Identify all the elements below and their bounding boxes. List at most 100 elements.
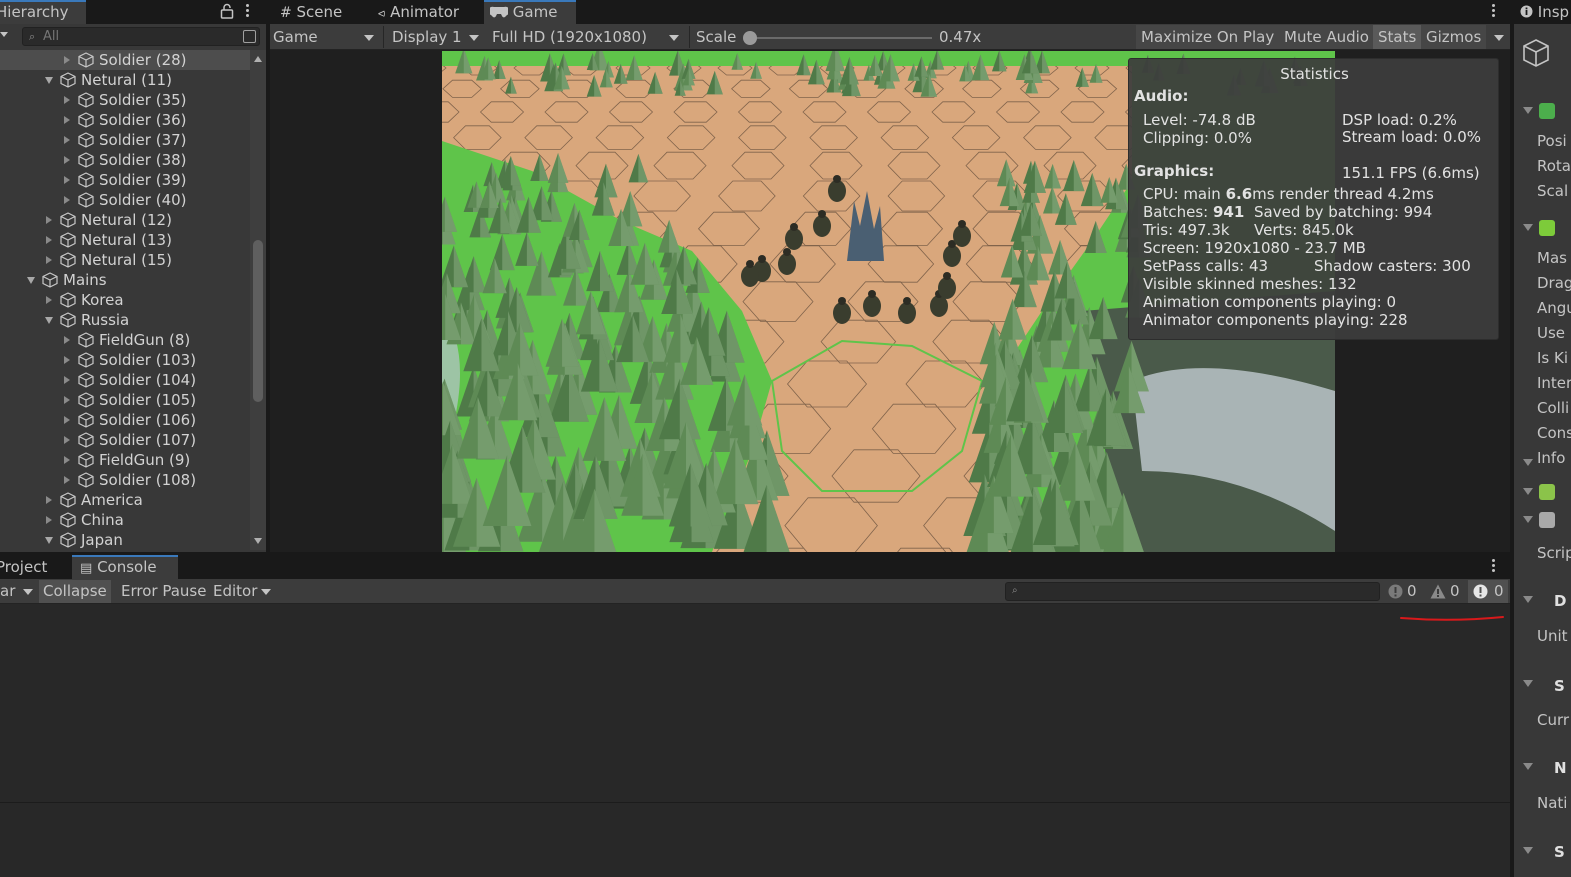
mute-audio-button[interactable]: Mute Audio bbox=[1279, 25, 1374, 49]
hierarchy-search-input[interactable] bbox=[43, 28, 233, 45]
collapse-arrow-icon[interactable] bbox=[64, 56, 70, 64]
hierarchy-row[interactable]: Soldier (103) bbox=[0, 350, 250, 370]
console-menu-icon[interactable] bbox=[1492, 559, 1496, 575]
stats-button[interactable]: Stats bbox=[1373, 25, 1422, 49]
hierarchy-row[interactable]: Soldier (38) bbox=[0, 150, 250, 170]
expand-search-icon[interactable] bbox=[243, 30, 256, 43]
game-menu-icon[interactable] bbox=[1492, 4, 1496, 20]
collapse-arrow-icon[interactable] bbox=[64, 196, 70, 204]
warning-toggle[interactable]: 0 bbox=[1426, 580, 1464, 603]
hierarchy-row[interactable]: Soldier (28) bbox=[0, 50, 250, 70]
tab-animator[interactable]: ⪦ Animator bbox=[370, 0, 467, 24]
dsp-load: DSP load: 0.2% bbox=[1342, 111, 1457, 129]
collapse-button[interactable]: Collapse bbox=[39, 580, 111, 603]
collapse-arrow-icon[interactable] bbox=[64, 476, 70, 484]
scroll-down-icon[interactable] bbox=[254, 538, 262, 544]
editor-dropdown[interactable]: Editor bbox=[209, 580, 275, 603]
hierarchy-row[interactable]: Mains bbox=[0, 270, 250, 290]
error-pause-button[interactable]: Error Pause bbox=[117, 580, 210, 603]
foldout-arrow-icon[interactable] bbox=[1523, 488, 1533, 495]
hierarchy-row[interactable]: China bbox=[0, 510, 250, 530]
tab-project[interactable]: Project bbox=[0, 555, 55, 579]
collapse-arrow-icon[interactable] bbox=[64, 416, 70, 424]
expand-arrow-icon[interactable] bbox=[45, 537, 53, 544]
hierarchy-row[interactable]: Soldier (104) bbox=[0, 370, 250, 390]
scale-slider-track[interactable] bbox=[750, 37, 932, 39]
hierarchy-menu-icon[interactable] bbox=[246, 4, 250, 20]
hierarchy-row[interactable]: Soldier (107) bbox=[0, 430, 250, 450]
clear-options-dropdown[interactable] bbox=[15, 580, 37, 603]
foldout-arrow-icon[interactable] bbox=[1523, 107, 1533, 114]
scrollbar-thumb[interactable] bbox=[253, 240, 263, 402]
collapse-arrow-icon[interactable] bbox=[64, 436, 70, 444]
expand-arrow-icon[interactable] bbox=[27, 277, 35, 284]
collapse-arrow-icon[interactable] bbox=[64, 356, 70, 364]
soldier-head bbox=[783, 248, 791, 256]
resolution-dropdown[interactable]: Full HD (1920x1080) bbox=[489, 26, 685, 48]
error-toggle[interactable]: 0 bbox=[1468, 580, 1508, 603]
foldout-arrow-icon[interactable] bbox=[1523, 847, 1533, 854]
console-search[interactable]: ⌕ bbox=[1005, 582, 1380, 601]
hierarchy-row[interactable]: Korea bbox=[0, 290, 250, 310]
collapse-arrow-icon[interactable] bbox=[64, 136, 70, 144]
gizmos-button[interactable]: Gizmos bbox=[1421, 25, 1487, 49]
hierarchy-row[interactable]: Soldier (39) bbox=[0, 170, 250, 190]
tab-scene[interactable]: # Scene bbox=[272, 0, 350, 24]
foldout-arrow-icon[interactable] bbox=[1523, 680, 1533, 687]
view-mode-dropdown[interactable]: Game bbox=[270, 26, 380, 48]
hierarchy-row[interactable]: Soldier (40) bbox=[0, 190, 250, 210]
scroll-up-icon[interactable] bbox=[254, 56, 262, 62]
hierarchy-row[interactable]: Soldier (36) bbox=[0, 110, 250, 130]
hierarchy-row[interactable]: America bbox=[0, 490, 250, 510]
hierarchy-row[interactable]: Soldier (35) bbox=[0, 90, 250, 110]
collapse-arrow-icon[interactable] bbox=[46, 516, 52, 524]
hierarchy-scrollbar[interactable] bbox=[250, 50, 266, 550]
collapse-arrow-icon[interactable] bbox=[64, 116, 70, 124]
collapse-arrow-icon[interactable] bbox=[64, 96, 70, 104]
collapse-arrow-icon[interactable] bbox=[64, 176, 70, 184]
hierarchy-row[interactable]: Soldier (105) bbox=[0, 390, 250, 410]
hierarchy-row[interactable]: Soldier (37) bbox=[0, 130, 250, 150]
collapse-arrow-icon[interactable] bbox=[46, 236, 52, 244]
hierarchy-row[interactable]: Netural (12) bbox=[0, 210, 250, 230]
tab-hierarchy[interactable]: Hierarchy bbox=[0, 0, 86, 24]
tab-console[interactable]: ▤ Console bbox=[72, 555, 178, 579]
expand-arrow-icon[interactable] bbox=[45, 77, 53, 84]
scale-slider-handle[interactable] bbox=[743, 31, 757, 45]
collapse-arrow-icon[interactable] bbox=[46, 296, 52, 304]
lock-icon[interactable] bbox=[220, 3, 234, 19]
display-dropdown[interactable]: Display 1 bbox=[389, 26, 485, 48]
tab-game[interactable]: Game bbox=[484, 0, 576, 24]
collapse-arrow-icon[interactable] bbox=[46, 496, 52, 504]
hierarchy-search[interactable]: ⌕ bbox=[22, 27, 260, 46]
expand-arrow-icon[interactable] bbox=[45, 317, 53, 324]
hierarchy-row[interactable]: FieldGun (8) bbox=[0, 330, 250, 350]
foldout-arrow-icon[interactable] bbox=[1523, 224, 1533, 231]
collapse-arrow-icon[interactable] bbox=[64, 396, 70, 404]
create-dropdown-icon[interactable] bbox=[0, 32, 8, 37]
foldout-arrow-icon[interactable] bbox=[1523, 763, 1533, 770]
collapse-arrow-icon[interactable] bbox=[64, 156, 70, 164]
collapse-arrow-icon[interactable] bbox=[64, 336, 70, 344]
hierarchy-row[interactable]: Netural (15) bbox=[0, 250, 250, 270]
foldout-arrow-icon[interactable] bbox=[1523, 459, 1533, 466]
hierarchy-row[interactable]: Soldier (106) bbox=[0, 410, 250, 430]
hierarchy-row[interactable]: Netural (11) bbox=[0, 70, 250, 90]
log-toggle[interactable]: 0 bbox=[1384, 580, 1422, 603]
collapse-arrow-icon[interactable] bbox=[46, 216, 52, 224]
maximize-on-play-button[interactable]: Maximize On Play bbox=[1136, 25, 1280, 49]
gizmos-dropdown[interactable] bbox=[1488, 26, 1508, 48]
hierarchy-row[interactable]: Netural (13) bbox=[0, 230, 250, 250]
foldout-arrow-icon[interactable] bbox=[1523, 596, 1533, 603]
collapse-arrow-icon[interactable] bbox=[46, 256, 52, 264]
console-split-divider[interactable] bbox=[0, 802, 1510, 803]
hierarchy-row[interactable]: FieldGun (9) bbox=[0, 450, 250, 470]
collapse-arrow-icon[interactable] bbox=[64, 456, 70, 464]
collapse-arrow-icon[interactable] bbox=[64, 376, 70, 384]
foldout-arrow-icon[interactable] bbox=[1523, 516, 1533, 523]
hierarchy-row[interactable]: Japan bbox=[0, 530, 250, 550]
hierarchy-row[interactable]: Russia bbox=[0, 310, 250, 330]
console-search-input[interactable] bbox=[1028, 583, 1368, 600]
hierarchy-row[interactable]: Soldier (108) bbox=[0, 470, 250, 490]
tab-inspector[interactable]: Insp bbox=[1520, 0, 1569, 24]
